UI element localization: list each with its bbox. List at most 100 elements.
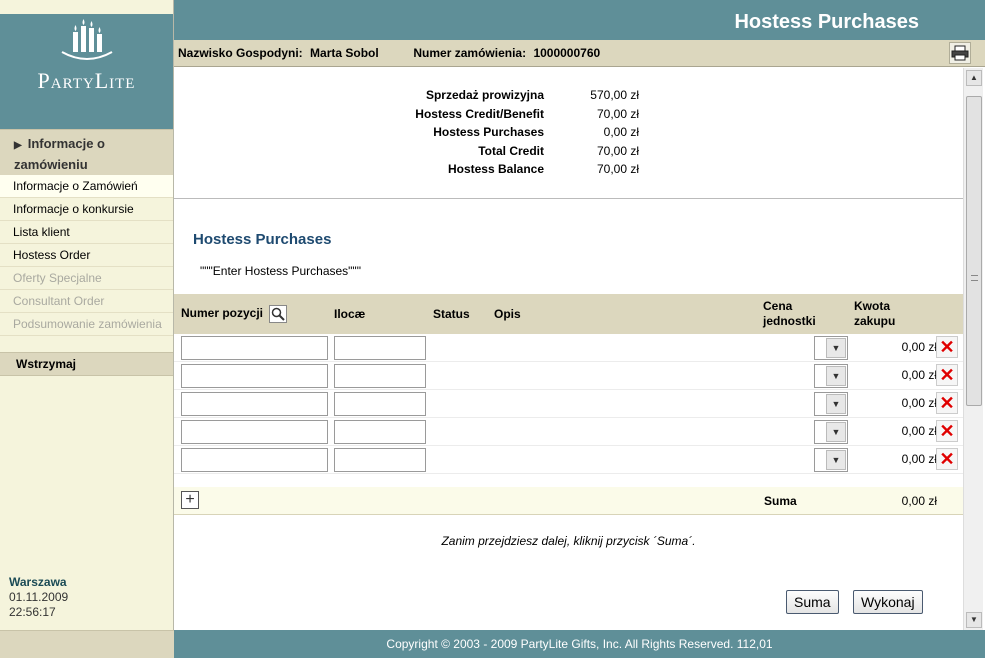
enter-purchases-note: """Enter Hostess Purchases""" xyxy=(200,264,361,278)
sidebar-item[interactable]: Lista klient xyxy=(0,221,173,244)
scroll-up-icon[interactable]: ▲ xyxy=(966,70,982,86)
copyright-footer: Copyright © 2003 - 2009 PartyLite Gifts,… xyxy=(174,630,985,658)
col-amount: Kwota zakupu xyxy=(854,299,895,329)
summary-value: 0,00 zł xyxy=(603,125,639,139)
sidebar-section-order-info[interactable]: ▶ Informacje o zamówieniu xyxy=(0,129,173,175)
col-unit-price: Cena jednostki xyxy=(763,299,816,329)
summary-value: 70,00 zł xyxy=(596,144,639,158)
col-amount-line2: zakupu xyxy=(854,314,896,328)
col-item-number-label: Numer pozycji xyxy=(181,306,264,321)
section-title: Hostess Purchases xyxy=(193,231,332,248)
quantity-input[interactable] xyxy=(334,336,426,360)
current-date: 01.11.2009 xyxy=(9,590,69,604)
total-label: Suma xyxy=(764,494,797,508)
order-summary: Sprzedaż prowizyjna 570,00 zł Hostess Cred… xyxy=(174,68,963,199)
sidebar: PartyLite ▶ Informacje o zamówieniu Infor… xyxy=(0,0,174,658)
partylite-logo[interactable]: PartyLite xyxy=(0,14,173,129)
summary-label: Sprzedaż prowizyjna xyxy=(425,88,544,102)
summary-label: Hostess Balance xyxy=(447,162,544,176)
item-number-input[interactable] xyxy=(181,392,328,416)
summary-row: Total Credit 70,00 zł xyxy=(354,144,664,162)
unit-price-select[interactable]: ▼ xyxy=(814,392,848,416)
page-title: Hostess Purchases xyxy=(734,11,919,33)
item-number-input[interactable] xyxy=(181,448,328,472)
table-row: ▼ 0,00 zł ✕ xyxy=(174,334,963,362)
brand-name: PartyLite xyxy=(37,68,136,93)
sidebar-item: Consultant Order xyxy=(0,290,173,313)
summary-label: Total Credit xyxy=(478,144,544,158)
top-banner: Hostess Purchases xyxy=(174,0,985,40)
table-row: ▼ 0,00 zł ✕ xyxy=(174,418,963,446)
item-number-input[interactable] xyxy=(181,336,328,360)
sidebar-item: Podsumowanie zamówienia xyxy=(0,313,173,336)
row-amount: 0,00 zł xyxy=(901,396,937,410)
order-info-bar: Nazwisko Gospodyni: Marta Sobol Numer za… xyxy=(174,40,985,67)
summary-value: 70,00 zł xyxy=(596,107,639,121)
summary-label: Hostess Credit/Benefit xyxy=(415,107,544,121)
search-icon[interactable] xyxy=(269,305,288,323)
sidebar-item[interactable]: Informacje o konkursie xyxy=(0,198,173,221)
quantity-input[interactable] xyxy=(334,364,426,388)
delete-row-icon[interactable]: ✕ xyxy=(936,364,958,386)
chevron-down-icon[interactable]: ▼ xyxy=(826,450,846,470)
col-unit-price-line1: Cena xyxy=(763,299,793,313)
sidebar-bottom-bar xyxy=(0,630,174,658)
col-description: Opis xyxy=(494,307,521,321)
quantity-input[interactable] xyxy=(334,448,426,472)
order-number-label: Numer zamówienia: xyxy=(413,46,527,60)
execute-button[interactable]: Wykonaj xyxy=(853,590,923,614)
triangle-right-icon: ▶ xyxy=(14,140,22,151)
col-unit-price-line2: jednostki xyxy=(763,314,816,328)
quantity-input[interactable] xyxy=(334,420,426,444)
sidebar-item[interactable]: Informacje o Zamówień xyxy=(0,175,173,198)
row-amount: 0,00 zł xyxy=(901,368,937,382)
delete-row-icon[interactable]: ✕ xyxy=(936,336,958,358)
hold-order-link[interactable]: Wstrzymaj xyxy=(0,352,173,376)
sidebar-section-label: Informacje o zamówieniu xyxy=(14,136,105,172)
current-time: 22:56:17 xyxy=(9,605,56,619)
quantity-input[interactable] xyxy=(334,392,426,416)
unit-price-select[interactable]: ▼ xyxy=(814,364,848,388)
unit-price-select[interactable]: ▼ xyxy=(814,336,848,360)
location-name: Warszawa xyxy=(9,575,67,589)
summary-row: Hostess Balance 70,00 zł xyxy=(354,162,664,180)
sidebar-item[interactable]: Hostess Order xyxy=(0,244,173,267)
unit-price-select[interactable]: ▼ xyxy=(814,448,848,472)
purchases-table-header: Numer pozycji Ilocæ Status Opis Cena jed… xyxy=(174,294,963,334)
scroll-down-icon[interactable]: ▼ xyxy=(966,612,982,628)
chevron-down-icon[interactable]: ▼ xyxy=(826,422,846,442)
delete-row-icon[interactable]: ✕ xyxy=(936,448,958,470)
total-value: 0,00 zł xyxy=(901,494,937,508)
scroll-thumb[interactable] xyxy=(966,96,982,406)
item-number-input[interactable] xyxy=(181,364,328,388)
print-button[interactable] xyxy=(949,42,971,64)
main-content: Sprzedaż prowizyjna 570,00 zł Hostess Cred… xyxy=(174,68,963,630)
summary-value: 70,00 zł xyxy=(596,162,639,176)
table-row: ▼ 0,00 zł ✕ xyxy=(174,446,963,474)
col-amount-line1: Kwota xyxy=(854,299,890,313)
delete-row-icon[interactable]: ✕ xyxy=(936,392,958,414)
add-row-icon[interactable]: + xyxy=(181,491,199,509)
delete-row-icon[interactable]: ✕ xyxy=(936,420,958,442)
sum-hint: Zanim przejdziesz dalej, kliknij przycis… xyxy=(441,534,696,548)
chevron-down-icon[interactable]: ▼ xyxy=(826,394,846,414)
chevron-down-icon[interactable]: ▼ xyxy=(826,338,846,358)
candles-logo-icon xyxy=(61,19,112,60)
sidebar-nav: Informacje o Zamówień Informacje o konkur… xyxy=(0,175,173,336)
summary-row: Hostess Purchases 0,00 zł xyxy=(354,125,664,143)
hostess-label: Nazwisko Gospodyni: xyxy=(178,46,303,60)
location-datetime: Warszawa 01.11.2009 22:56:17 xyxy=(9,575,68,620)
total-row: + Suma 0,00 zł xyxy=(174,487,963,515)
vertical-scrollbar[interactable]: ▲ ▼ xyxy=(963,68,983,630)
hostess-name: Marta Sobol xyxy=(310,46,379,60)
summary-label: Hostess Purchases xyxy=(433,125,544,139)
order-number: 1000000760 xyxy=(533,46,601,60)
unit-price-select[interactable]: ▼ xyxy=(814,420,848,444)
chevron-down-icon[interactable]: ▼ xyxy=(826,366,846,386)
col-quantity: Ilocæ xyxy=(334,307,366,321)
sum-button[interactable]: Suma xyxy=(786,590,839,614)
table-row: ▼ 0,00 zł ✕ xyxy=(174,390,963,418)
item-number-input[interactable] xyxy=(181,420,328,444)
sidebar-item: Oferty Specjalne xyxy=(0,267,173,290)
